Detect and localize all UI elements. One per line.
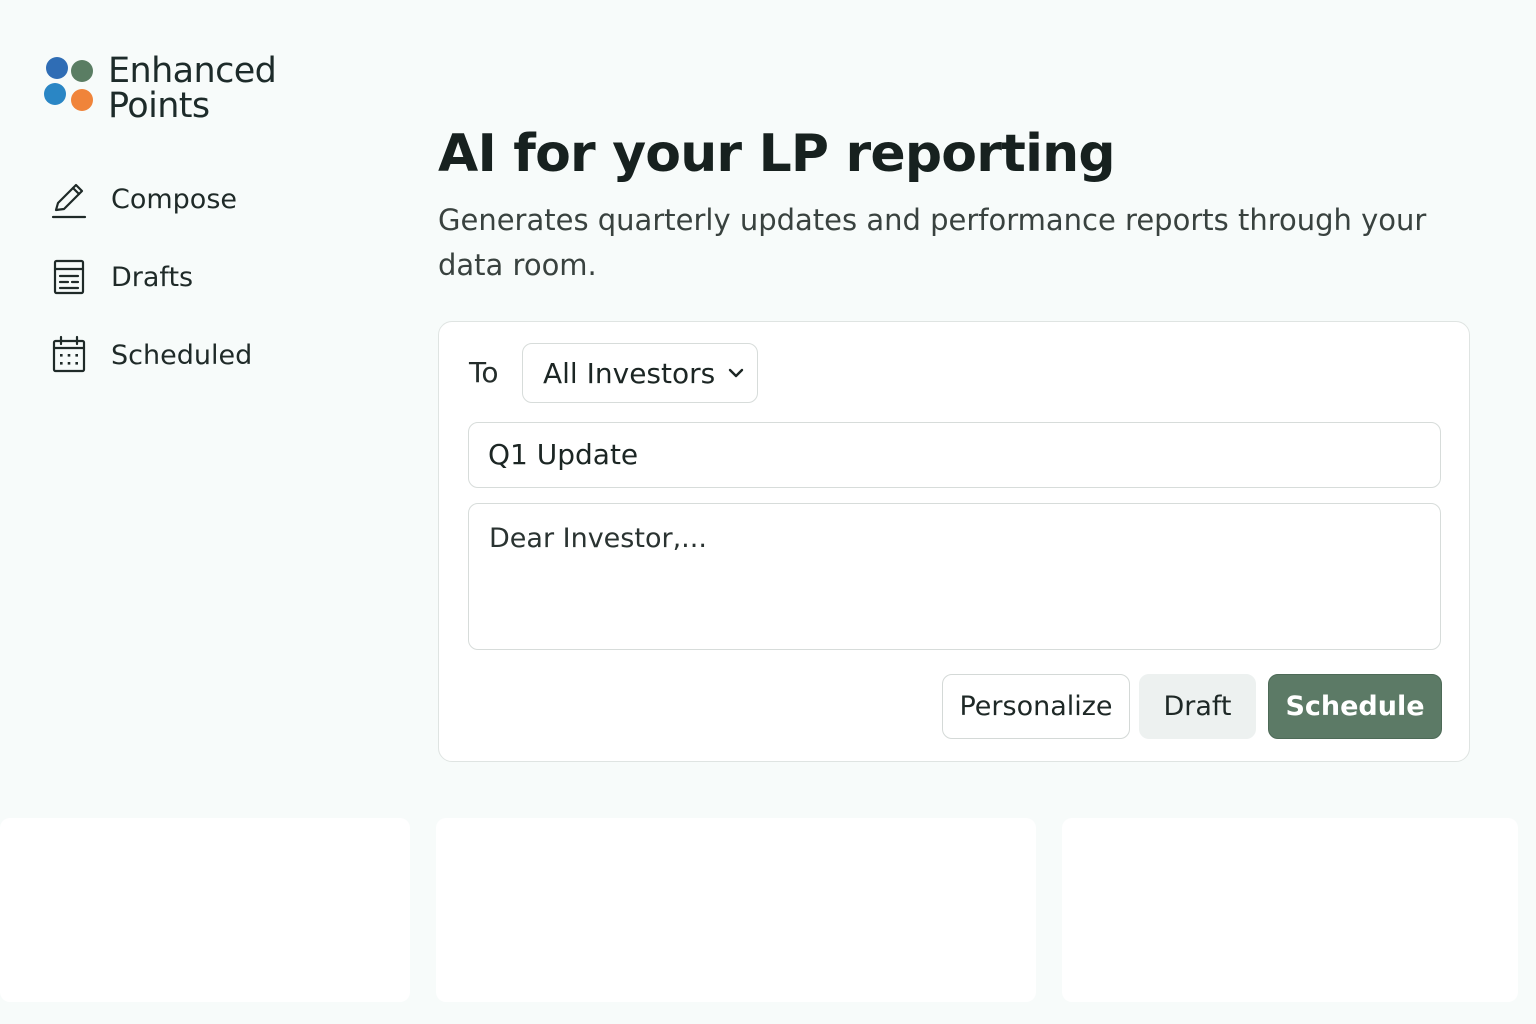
sidebar-nav: Compose Drafts Scheduled (48, 176, 368, 410)
chevron-down-icon (727, 367, 745, 379)
bottom-panel-right (1062, 818, 1518, 1002)
draft-button[interactable]: Draft (1139, 674, 1256, 739)
sidebar-item-label: Drafts (111, 261, 194, 293)
sidebar-item-compose[interactable]: Compose (48, 176, 368, 222)
pencil-icon (48, 178, 90, 220)
brand-name: Enhanced Points (108, 51, 277, 126)
brand-name-line2: Points (108, 86, 210, 126)
to-label: To (469, 356, 499, 389)
page-subtitle: Generates quarterly updates and performa… (438, 203, 1427, 282)
logo-mark-icon (44, 52, 96, 114)
sidebar-item-label: Scheduled (111, 339, 253, 371)
sidebar-item-label: Compose (111, 183, 238, 215)
bottom-panel-left (0, 818, 410, 1002)
brand-name-line1: Enhanced (108, 51, 277, 91)
bottom-panel-center (436, 818, 1036, 1002)
page-title: AI for your LP reporting (438, 124, 1116, 184)
app-root: Enhanced Points Compose Drafts Scheduled… (0, 0, 1536, 1024)
message-body-textarea[interactable]: Dear Investor,... (468, 503, 1441, 650)
sidebar-item-scheduled[interactable]: Scheduled (48, 332, 368, 378)
schedule-button[interactable]: Schedule (1268, 674, 1442, 739)
brand-logo[interactable]: Enhanced Points (44, 51, 277, 126)
composer-card: To All Investors Q1 Update Dear Investor… (438, 321, 1470, 762)
subject-input[interactable]: Q1 Update (468, 422, 1441, 488)
personalize-button[interactable]: Personalize (942, 674, 1130, 739)
recipients-dropdown[interactable]: All Investors (522, 343, 758, 403)
recipients-value: All Investors (543, 356, 716, 390)
calendar-icon (48, 334, 90, 376)
document-list-icon (48, 256, 90, 298)
sidebar-item-drafts[interactable]: Drafts (48, 254, 368, 300)
